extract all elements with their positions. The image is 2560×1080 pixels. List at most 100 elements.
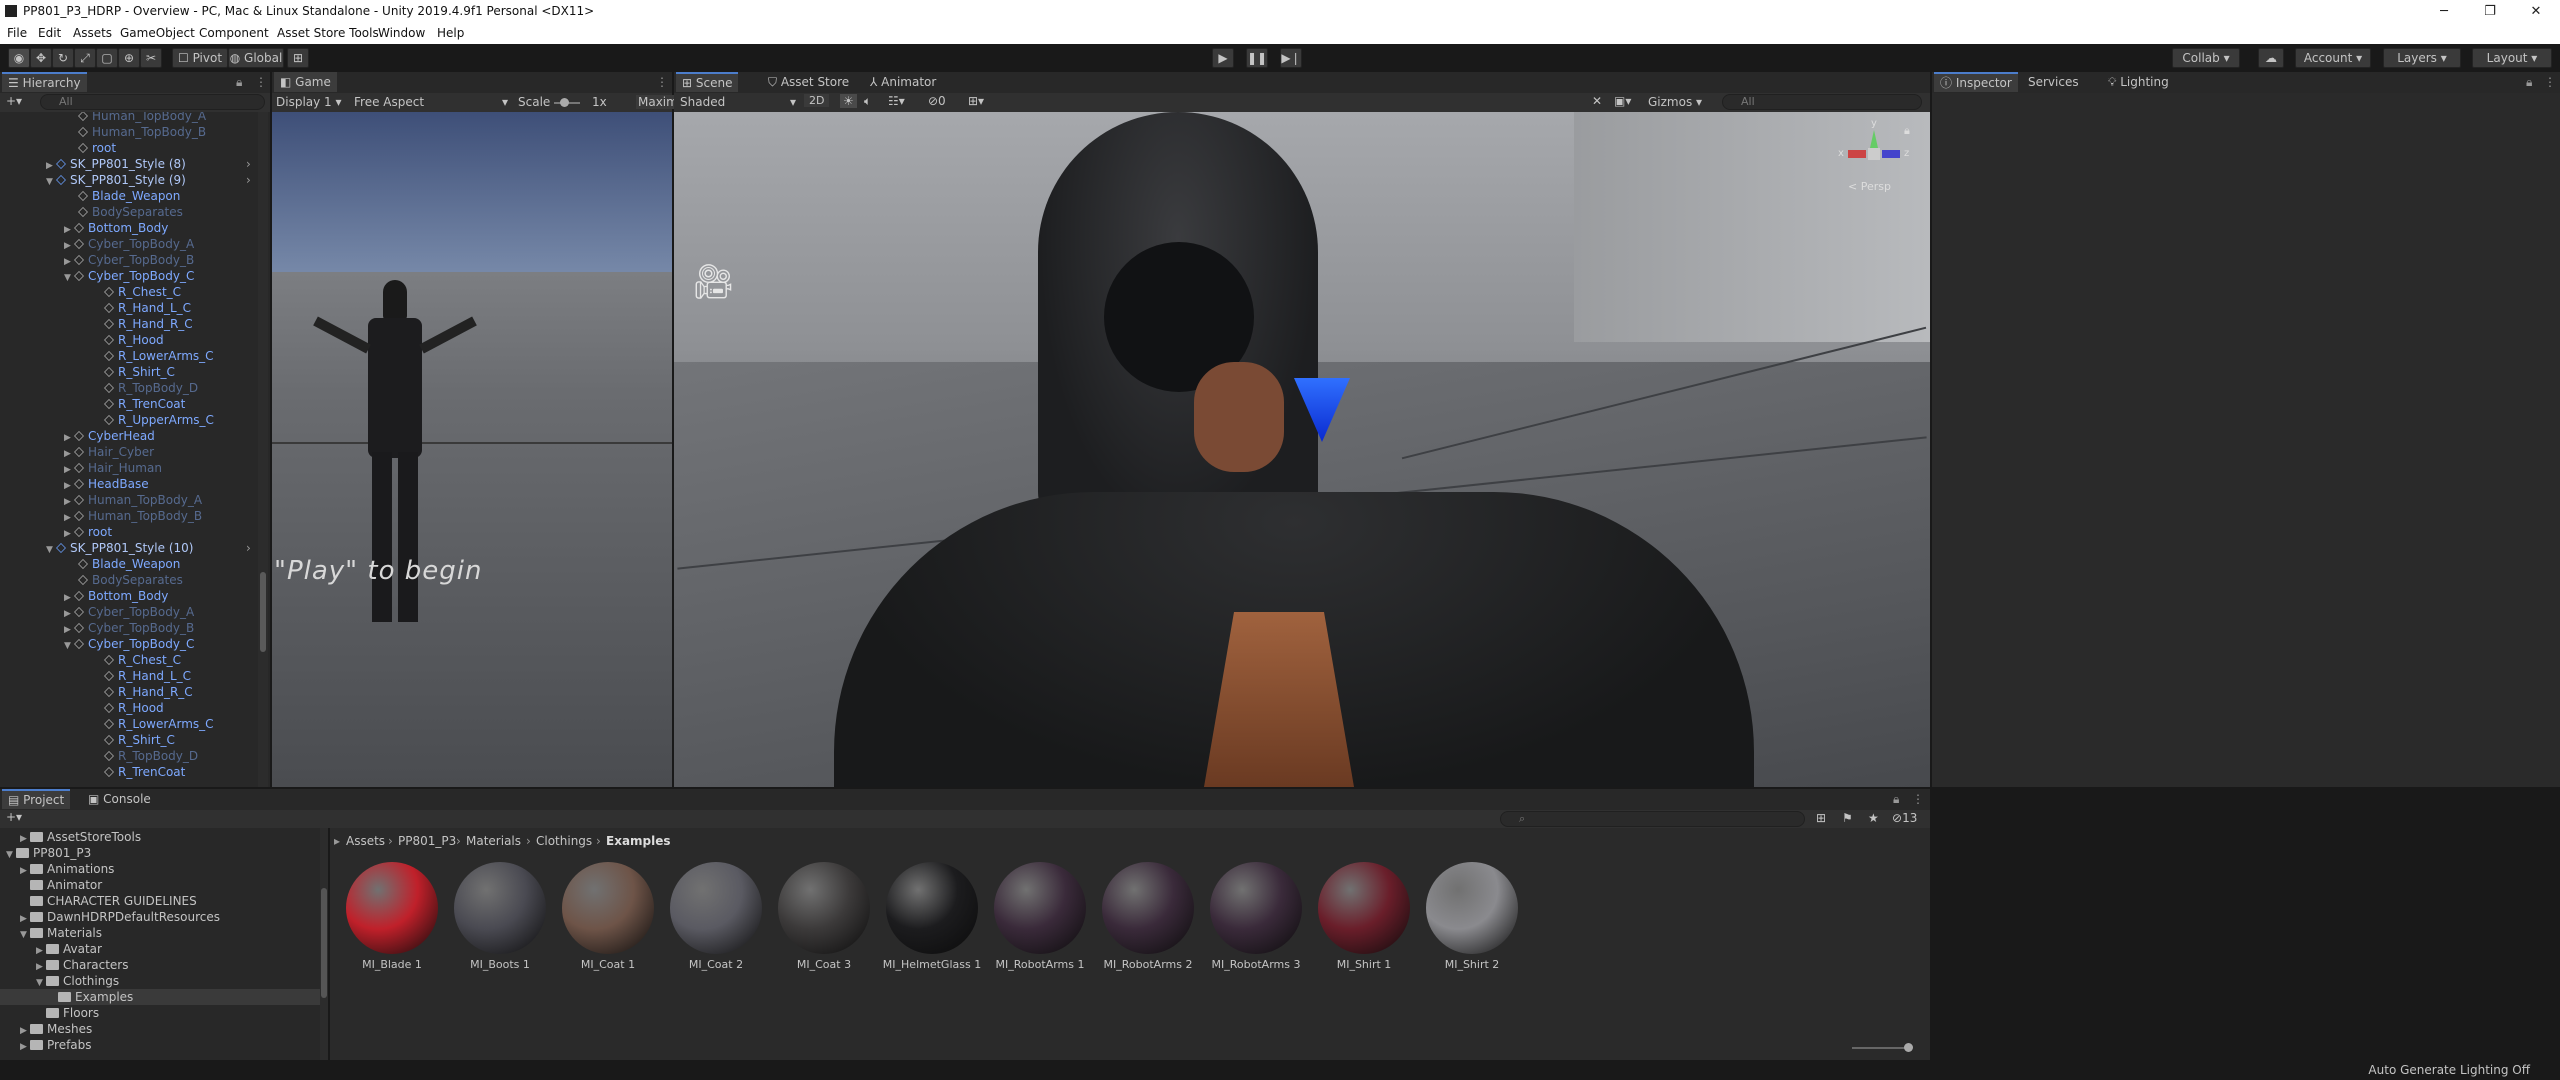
- hierarchy-row[interactable]: ▶ SK_PP801_Style (8) ›: [46, 156, 251, 172]
- hierarchy-row[interactable]: R_TrenCoat: [104, 764, 185, 780]
- material-name[interactable]: MI_Shirt 1: [1310, 958, 1418, 971]
- hierarchy-row[interactable]: ▼ SK_PP801_Style (10) ›: [46, 540, 251, 556]
- rect-tool-icon[interactable]: ▢: [96, 48, 118, 68]
- transform-tool-icon[interactable]: ⊕: [118, 48, 140, 68]
- project-create-button[interactable]: +▾: [6, 810, 22, 824]
- lock-icon[interactable]: 🔒︎: [236, 75, 242, 90]
- hierarchy-row[interactable]: BodySeparates: [78, 204, 183, 220]
- menu-file[interactable]: File: [7, 26, 27, 40]
- gizmo-lock-icon[interactable]: 🔒︎: [1904, 124, 1910, 138]
- hierarchy-row[interactable]: ▶ Cyber_TopBody_A: [64, 236, 194, 252]
- gizmos-dropdown[interactable]: Gizmos ▾: [1648, 95, 1702, 109]
- effects-dropdown-icon[interactable]: ☷▾: [888, 94, 905, 108]
- prefab-open-arrow-icon[interactable]: ›: [246, 156, 251, 172]
- tab-game[interactable]: ◧ Game: [274, 72, 337, 92]
- gizmo-y-cone[interactable]: [1870, 130, 1878, 148]
- play-button[interactable]: ▶: [1212, 48, 1234, 68]
- hierarchy-row[interactable]: R_Hand_L_C: [104, 300, 191, 316]
- minimize-button[interactable]: ─: [2421, 0, 2467, 23]
- project-tree-item[interactable]: CHARACTER GUIDELINES: [0, 893, 320, 909]
- expand-arrow-right-icon[interactable]: ▶: [46, 158, 56, 174]
- project-tree-scrollbar[interactable]: [320, 828, 328, 1060]
- favorites-star-icon[interactable]: ★: [1868, 811, 1879, 825]
- expand-arrow-right-icon[interactable]: ▶: [64, 510, 74, 526]
- view-tool-eye-icon[interactable]: ◉: [8, 48, 30, 68]
- hierarchy-row[interactable]: R_UpperArms_C: [104, 412, 214, 428]
- hierarchy-row[interactable]: ▶ Cyber_TopBody_B: [64, 252, 194, 268]
- scene-viewport[interactable]: 🎥︎ y x z < Persp 🔒︎: [674, 112, 1930, 787]
- custom-tool-icon[interactable]: ✂: [140, 48, 162, 68]
- hierarchy-row[interactable]: ▼ SK_PP801_Style (9) ›: [46, 172, 251, 188]
- project-tree-item[interactable]: ▶ AssetStoreTools: [0, 829, 320, 845]
- expand-arrow-right-icon[interactable]: ▶: [64, 590, 74, 606]
- hierarchy-row[interactable]: Blade_Weapon: [78, 188, 180, 204]
- tab-asset-store[interactable]: ⛉ Asset Store: [762, 72, 855, 92]
- material-thumbnail[interactable]: [994, 862, 1086, 954]
- auto-lighting-status[interactable]: Auto Generate Lighting Off: [2368, 1063, 2530, 1077]
- material-name[interactable]: MI_HelmetGlass 1: [878, 958, 986, 971]
- hierarchy-row[interactable]: ▶ Human_TopBody_B: [64, 508, 202, 524]
- tab-project[interactable]: ▤ Project: [2, 789, 71, 809]
- expand-arrow-right-icon[interactable]: ▶: [64, 478, 74, 494]
- audio-toggle-icon[interactable]: 🔈︎: [864, 94, 871, 109]
- project-tree-item[interactable]: ▶ Avatar: [0, 941, 320, 957]
- breadcrumb-examples[interactable]: Examples: [606, 834, 671, 848]
- gizmo-x-cone[interactable]: [1848, 150, 1866, 158]
- persp-label[interactable]: < Persp: [1848, 180, 1891, 193]
- project-tree-item[interactable]: Animator: [0, 877, 320, 893]
- menu-assets[interactable]: Assets: [73, 26, 112, 40]
- gizmo-z-cone[interactable]: [1882, 150, 1900, 158]
- prefab-open-arrow-icon[interactable]: ›: [246, 540, 251, 556]
- hierarchy-row[interactable]: R_LowerArms_C: [104, 348, 214, 364]
- project-tree-item[interactable]: ▶ Prefabs: [0, 1037, 320, 1053]
- cloud-icon[interactable]: ☁: [2258, 48, 2284, 68]
- hierarchy-row[interactable]: ▶ Bottom_Body: [64, 220, 168, 236]
- hierarchy-row[interactable]: ▶ root: [64, 524, 112, 540]
- tab-scene[interactable]: ⊞ Scene: [676, 72, 739, 92]
- prefab-open-arrow-icon[interactable]: ›: [246, 172, 251, 188]
- account-dropdown[interactable]: Account ▾: [2295, 48, 2371, 68]
- expand-arrow-down-icon[interactable]: ▼: [46, 174, 56, 190]
- material-name[interactable]: MI_Coat 1: [554, 958, 662, 971]
- menu-edit[interactable]: Edit: [38, 26, 61, 40]
- project-tree-item[interactable]: ▶ Meshes: [0, 1021, 320, 1037]
- hierarchy-row[interactable]: R_TrenCoat: [104, 396, 185, 412]
- material-name[interactable]: MI_RobotArms 3: [1202, 958, 1310, 971]
- grid-dropdown-icon[interactable]: ⊞▾: [968, 94, 984, 108]
- collab-dropdown[interactable]: Collab ▾: [2172, 48, 2240, 68]
- grid-snap-icon[interactable]: ⊞: [287, 48, 309, 68]
- scene-search-input[interactable]: All: [1722, 94, 1922, 110]
- project-tree-item[interactable]: ▼ Clothings: [0, 973, 320, 989]
- tab-services[interactable]: Services: [2022, 72, 2085, 92]
- material-thumbnail[interactable]: [778, 862, 870, 954]
- breadcrumb-materials[interactable]: Materials: [466, 834, 521, 848]
- hierarchy-row[interactable]: ▶ Bottom_Body: [64, 588, 168, 604]
- material-thumbnail[interactable]: [670, 862, 762, 954]
- hierarchy-row[interactable]: R_LowerArms_C: [104, 716, 214, 732]
- hierarchy-row[interactable]: R_TopBody_D: [104, 380, 198, 396]
- expand-arrow-down-icon[interactable]: ▼: [64, 638, 74, 654]
- project-tree-item[interactable]: Floors: [0, 1005, 320, 1021]
- hierarchy-row[interactable]: Human_TopBody_B: [78, 124, 206, 140]
- material-thumbnail[interactable]: [1318, 862, 1410, 954]
- pivot-toggle[interactable]: ☐ Pivot: [172, 48, 228, 68]
- breadcrumb-pp801[interactable]: PP801_P3: [398, 834, 456, 848]
- expand-arrow-right-icon[interactable]: ▶: [64, 446, 74, 462]
- expand-arrow-right-icon[interactable]: ▶: [64, 622, 74, 638]
- rotate-tool-icon[interactable]: ↻: [52, 48, 74, 68]
- project-tree-item[interactable]: ▶ Characters: [0, 957, 320, 973]
- material-thumbnail[interactable]: [886, 862, 978, 954]
- project-tree-scroll-thumb[interactable]: [321, 888, 327, 998]
- material-name[interactable]: MI_RobotArms 2: [1094, 958, 1202, 971]
- material-thumbnail[interactable]: [1426, 862, 1518, 954]
- shading-mode-dropdown[interactable]: Shaded ▾: [680, 95, 796, 109]
- menu-help[interactable]: Help: [437, 26, 464, 40]
- inspector-lock-icon[interactable]: 🔒︎: [2526, 75, 2532, 90]
- hierarchy-row[interactable]: Human_TopBody_A: [78, 112, 206, 124]
- project-tree-item[interactable]: ▶ Animations: [0, 861, 320, 877]
- expand-arrow-right-icon[interactable]: ▶: [64, 238, 74, 254]
- project-menu-icon[interactable]: ⋮: [1912, 792, 1924, 806]
- hierarchy-row[interactable]: root: [78, 140, 116, 156]
- search-by-type-icon[interactable]: ⊞: [1816, 811, 1826, 825]
- hierarchy-row[interactable]: R_Hood: [104, 332, 164, 348]
